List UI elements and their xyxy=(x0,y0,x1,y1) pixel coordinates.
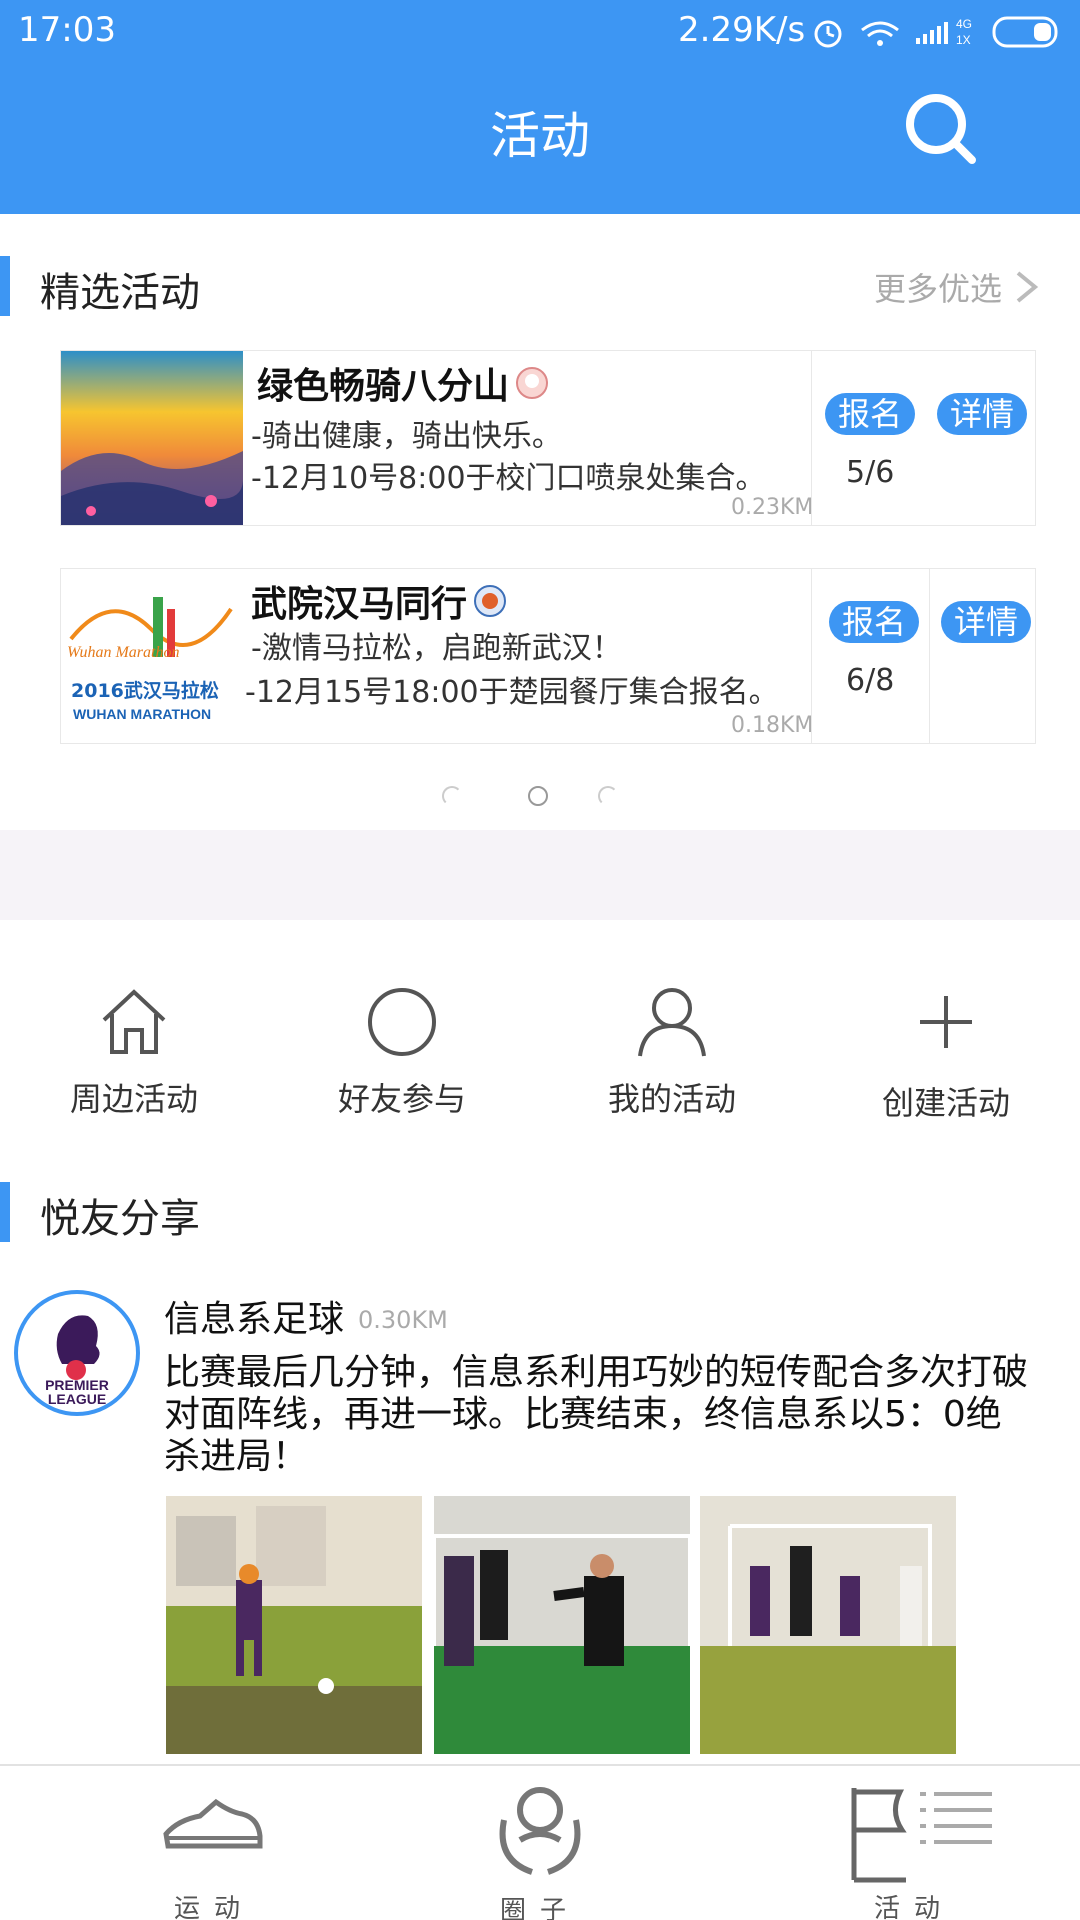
avatar-text-2: LEAGUE xyxy=(48,1391,106,1407)
featured-section-header: 精选活动 更多优选 xyxy=(0,256,1080,316)
post-photo-2[interactable] xyxy=(434,1496,690,1754)
carousel-dot-active[interactable] xyxy=(528,786,548,806)
signup-button[interactable]: 报名 xyxy=(825,393,915,435)
wuhan-marathon-logo: Wuhan Marathon 2016武汉马拉松 WUHAN MARATHON xyxy=(61,569,243,743)
card-divider xyxy=(811,569,812,743)
activity-name: 武院汉马同行 xyxy=(251,575,507,627)
quick-action-create[interactable]: 创建活动 xyxy=(836,980,1056,1130)
chevron-right-icon xyxy=(1016,271,1039,303)
share-section-header: 悦友分享 xyxy=(0,1182,1080,1242)
tab-activity[interactable]: 活动 xyxy=(824,1780,1024,1920)
net-top: 4G xyxy=(956,17,972,31)
post-distance: 0.30KM xyxy=(358,1306,448,1334)
shoe-icon xyxy=(163,1798,263,1849)
net-bottom: 1X xyxy=(956,33,971,47)
activity-thumbnail-sunrise xyxy=(61,351,243,525)
quick-action-label: 我的活动 xyxy=(607,1080,736,1118)
tab-circle[interactable]: 圈子 xyxy=(440,1780,640,1920)
carousel-dots xyxy=(0,786,1080,810)
participant-count: 6/8 xyxy=(846,663,895,698)
featured-title: 精选活动 xyxy=(40,270,200,316)
section-accent-bar xyxy=(0,256,10,316)
quick-action-friends[interactable]: 好友参与 xyxy=(292,980,512,1130)
activity-distance: 0.18KM xyxy=(731,713,814,738)
quick-action-label: 创建活动 xyxy=(881,1084,1010,1122)
app-header: 17:03 2.29K/s 4G 1X 活动 xyxy=(0,0,1080,214)
signal-icon xyxy=(916,22,948,44)
circle-people-icon xyxy=(499,1787,581,1875)
activity-name: 绿色畅骑八分山 xyxy=(257,357,549,409)
signup-button[interactable]: 报名 xyxy=(829,601,919,643)
post-photo-1[interactable] xyxy=(166,1496,422,1754)
activity-line-2: -12月10号8:00于校门口喷泉处集合。 xyxy=(251,461,766,496)
logo-script: Wuhan Marathon xyxy=(67,644,179,661)
search-icon[interactable] xyxy=(900,88,980,168)
quick-action-nearby[interactable]: 周边活动 xyxy=(24,980,244,1130)
activity-name-text: 绿色畅骑八分山 xyxy=(257,366,510,407)
status-time: 17:03 xyxy=(18,10,116,50)
tab-label: 运动 xyxy=(173,1894,254,1920)
section-accent-bar xyxy=(0,1182,10,1242)
quick-action-label: 周边活动 xyxy=(69,1080,198,1118)
post-text: 比赛最后几分钟，信息系利用巧妙的短传配合多次打破对面阵线，再进一球。比赛结束，终… xyxy=(164,1352,1029,1477)
activity-card-2[interactable]: Wuhan Marathon 2016武汉马拉松 WUHAN MARATHON … xyxy=(60,568,1036,744)
home-icon xyxy=(102,989,166,1054)
tab-label: 圈子 xyxy=(499,1896,580,1920)
activity-name-text: 武院汉马同行 xyxy=(251,584,468,625)
flag-icon xyxy=(851,1788,992,1883)
person-icon xyxy=(638,988,706,1057)
wifi-icon xyxy=(861,21,899,46)
status-icons: 4G 1X xyxy=(814,16,1058,48)
card-divider-2 xyxy=(929,569,930,743)
tab-label: 活动 xyxy=(873,1894,954,1920)
organizer-avatar-icon xyxy=(516,367,549,399)
activity-card-1[interactable]: 绿色畅骑八分山 -骑出健康，骑出快乐。 -12月10号8:00于校门口喷泉处集合… xyxy=(60,350,1036,526)
organizer-avatar-icon xyxy=(474,585,507,617)
bottom-tab-bar: 运动 圈子 活动 xyxy=(0,1764,1080,1920)
circle-icon xyxy=(368,988,436,1056)
activity-line-1: -骑出健康，骑出快乐。 xyxy=(251,419,562,454)
post-author-avatar[interactable]: PREMIER LEAGUE xyxy=(14,1290,140,1416)
carousel-dot[interactable] xyxy=(442,786,462,806)
plus-icon xyxy=(920,996,972,1048)
activity-line-1: -激情马拉松，启跑新武汉！ xyxy=(251,631,622,666)
quick-action-mine[interactable]: 我的活动 xyxy=(562,980,782,1130)
section-separator-band xyxy=(0,830,1080,920)
carousel-dot[interactable] xyxy=(598,786,618,806)
logo-en: WUHAN MARATHON xyxy=(73,706,211,722)
share-title: 悦友分享 xyxy=(40,1196,200,1242)
tab-sport[interactable]: 运动 xyxy=(114,1780,314,1920)
participant-count: 5/6 xyxy=(846,455,895,490)
detail-button[interactable]: 详情 xyxy=(937,393,1027,435)
logo-cn: 2016武汉马拉松 xyxy=(71,679,219,702)
activity-distance: 0.23KM xyxy=(731,495,814,520)
activity-line-2: -12月15号18:00于楚园餐厅集合报名。 xyxy=(245,675,779,710)
status-speed: 2.29K/s xyxy=(678,10,806,50)
card-divider xyxy=(811,351,812,525)
alarm-icon xyxy=(814,20,842,48)
battery-icon xyxy=(992,16,1058,48)
post-photo-3[interactable] xyxy=(700,1496,956,1754)
detail-button[interactable]: 详情 xyxy=(941,601,1031,643)
post-author-name[interactable]: 信息系足球 xyxy=(164,1290,344,1342)
more-featured-link[interactable]: 更多优选 xyxy=(874,264,1040,310)
more-featured-label: 更多优选 xyxy=(873,270,1002,308)
quick-action-label: 好友参与 xyxy=(337,1080,466,1118)
